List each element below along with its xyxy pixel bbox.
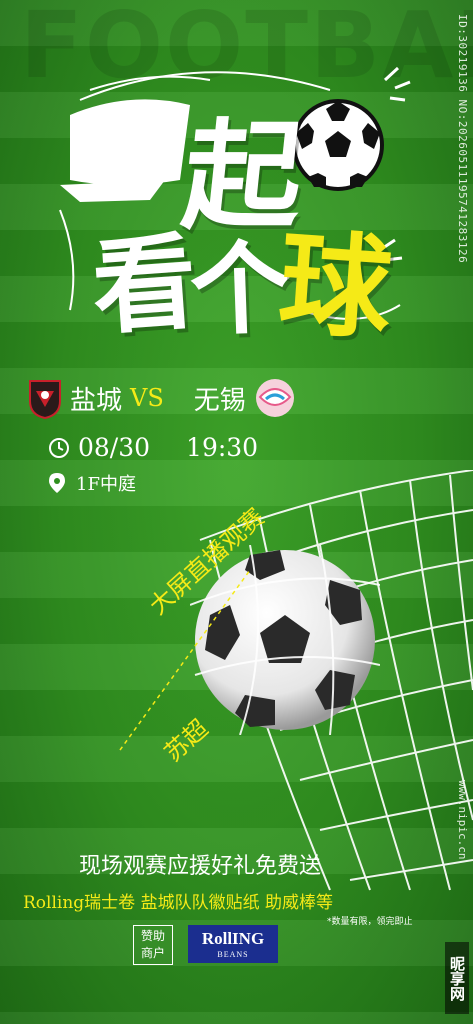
sponsor-brand-sub: BEANS	[217, 950, 249, 959]
match-datetime: 08/30 19:30	[48, 433, 258, 462]
match-row: 盐城 VS 无锡	[26, 376, 298, 420]
clock-icon	[49, 437, 69, 458]
match-location: 1F中庭	[48, 470, 136, 496]
location-pin-icon	[49, 473, 65, 493]
swoosh-line	[59, 209, 75, 311]
poster: FOOTBALL 起 看 个 球 ID:30219136 NO:20260511…	[0, 0, 473, 1024]
sponsor-label-text: 赞助商户	[140, 929, 165, 960]
spark-lines	[383, 66, 411, 102]
title-char-kan: 看	[88, 220, 201, 350]
vs-label: VS	[130, 384, 164, 412]
promo-headline: 现场观赛应援好礼免费送	[78, 854, 321, 879]
sponsor-label: 赞助商户	[133, 925, 173, 965]
location-text: 1F中庭	[76, 474, 136, 495]
title-char-qiu: 球	[274, 218, 396, 356]
away-team: 无锡	[193, 385, 246, 416]
match-date: 08/30	[78, 433, 151, 462]
yancheng-badge-icon	[29, 380, 61, 419]
sponsor-brand-name: RollING	[201, 929, 265, 948]
sponsor-logo: RollING BEANS	[188, 925, 278, 963]
match-time: 19:30	[186, 433, 259, 462]
home-team: 盐城	[70, 385, 123, 416]
title-banner-shape	[70, 99, 190, 185]
wuxi-badge-icon	[255, 379, 294, 417]
promo-gifts: Rolling瑞士卷 盐城队队徽贴纸 助威棒等	[23, 893, 333, 913]
slogan-dashed-line	[119, 569, 251, 751]
watermark-brand: 昵享网	[445, 942, 469, 1014]
watermark-id: ID:30219136 NO:20260511195741283126	[456, 14, 469, 264]
promo-note: *数量有限，领完即止	[327, 917, 413, 927]
